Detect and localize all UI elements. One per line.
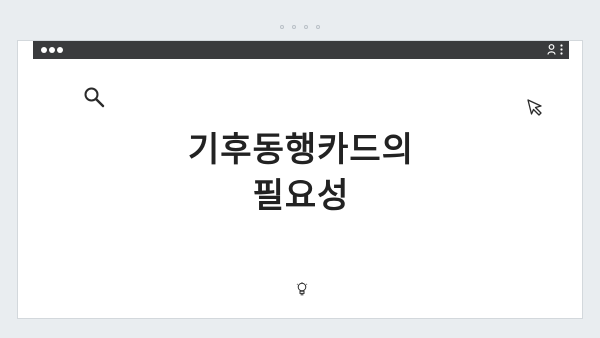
window-titlebar <box>33 41 569 59</box>
page-indicator-dot[interactable] <box>280 25 284 29</box>
search-icon[interactable] <box>83 86 105 112</box>
title-line-2: 필요성 <box>252 176 350 216</box>
page-indicator-dot[interactable] <box>292 25 296 29</box>
lightbulb-icon <box>296 281 308 300</box>
page-indicator <box>0 25 600 29</box>
page-indicator-dot[interactable] <box>316 25 320 29</box>
title-line-1: 기후동행카드의 <box>188 130 414 170</box>
window-dot-icon[interactable] <box>41 47 47 53</box>
window-dot-icon[interactable] <box>57 47 63 53</box>
more-vertical-icon[interactable] <box>560 44 563 55</box>
user-icon[interactable] <box>547 44 556 55</box>
page-indicator-dot[interactable] <box>304 25 308 29</box>
cursor-arrow-icon <box>526 98 546 122</box>
page-title: 기후동행카드의 필요성 <box>118 127 484 219</box>
browser-window: 기후동행카드의 필요성 <box>17 40 583 319</box>
titlebar-actions <box>547 44 563 55</box>
window-dot-icon[interactable] <box>49 47 55 53</box>
